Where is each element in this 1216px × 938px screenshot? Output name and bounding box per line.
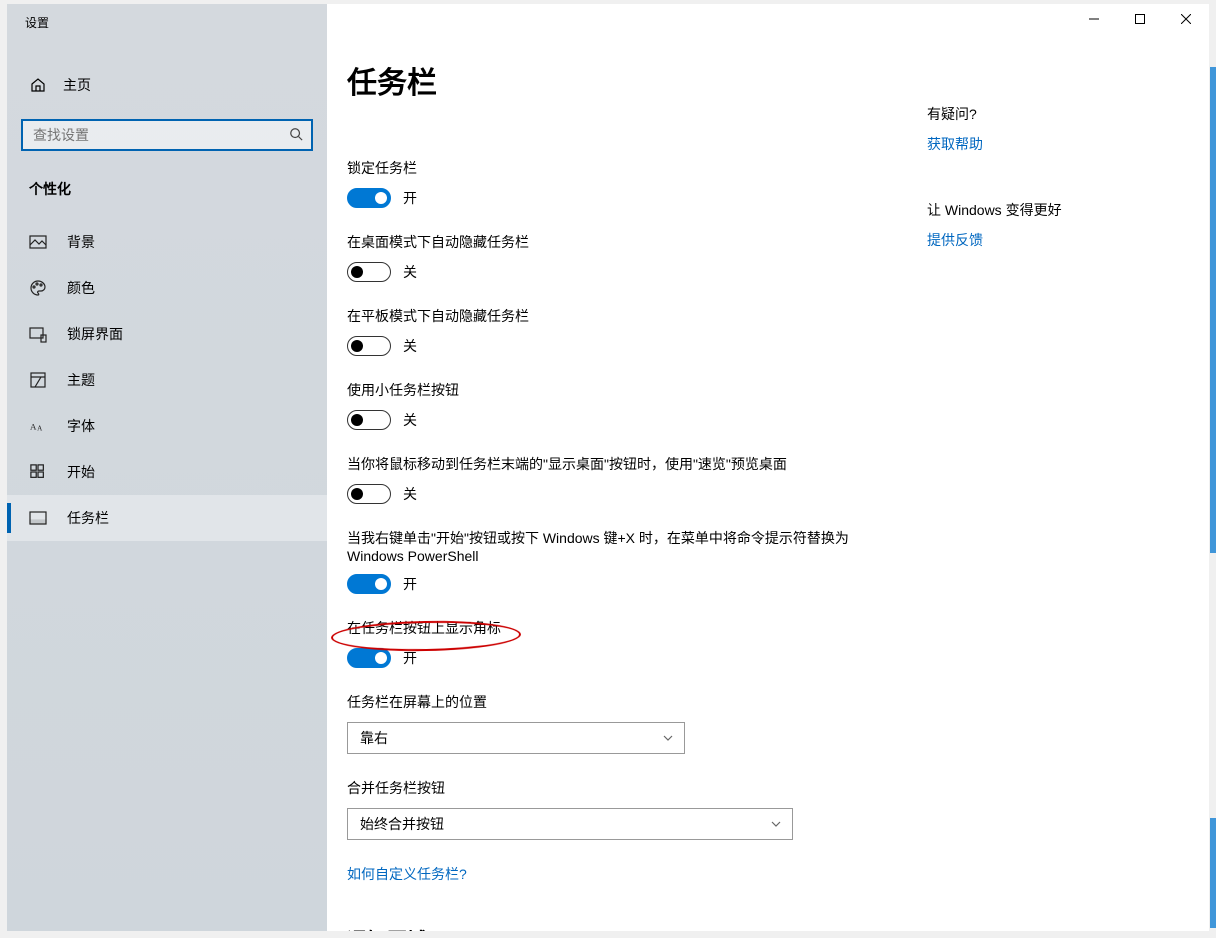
link-get-help[interactable]: 获取帮助 [927,134,1167,154]
toggle-switch[interactable] [347,410,391,430]
lockscreen-icon [29,325,47,343]
toggle-switch[interactable] [347,648,391,668]
select-setting-0: 任务栏在屏幕上的位置靠右 [347,692,887,754]
setting-label: 当我右键单击"开始"按钮或按下 Windows 键+X 时，在菜单中将命令提示符… [347,528,887,564]
select-value: 靠右 [360,728,388,748]
window-title: 设置 [7,4,327,41]
palette-icon [29,279,47,297]
sidebar-item-label: 背景 [67,232,95,252]
search-icon [289,127,303,141]
page-title: 任务栏 [347,58,887,102]
setting-6: 在任务栏按钮上显示角标开 [347,618,887,668]
link-customize-taskbar[interactable]: 如何自定义任务栏? [347,864,887,884]
settings-window: 设置 主页 个性化 背景颜色锁屏界面主题AA字体开始任务栏 任务栏 锁定任务栏开… [7,4,1209,931]
toggle-switch[interactable] [347,188,391,208]
toggle-switch[interactable] [347,336,391,356]
toggle-state-label: 开 [403,188,417,208]
select-setting-1: 合并任务栏按钮始终合并按钮 [347,778,887,840]
toggle-switch[interactable] [347,484,391,504]
select-label: 任务栏在屏幕上的位置 [347,692,887,712]
maximize-button[interactable] [1117,4,1163,34]
aside-feedback-head: 让 Windows 变得更好 [927,200,1167,220]
sidebar-item-taskbar[interactable]: 任务栏 [7,495,327,541]
sidebar-item-label: 任务栏 [67,508,109,528]
content-column: 任务栏 锁定任务栏开在桌面模式下自动隐藏任务栏关在平板模式下自动隐藏任务栏关使用… [327,4,927,931]
setting-0: 锁定任务栏开 [347,158,887,208]
toggle-state-label: 开 [403,648,417,668]
select-label: 合并任务栏按钮 [347,778,887,798]
main-area: 任务栏 锁定任务栏开在桌面模式下自动隐藏任务栏关在平板模式下自动隐藏任务栏关使用… [327,4,1209,931]
sidebar-item-lockscreen[interactable]: 锁屏界面 [7,311,327,357]
setting-label: 使用小任务栏按钮 [347,380,887,400]
highlight-bar [1210,818,1216,928]
theme-icon [29,371,47,389]
select-value: 始终合并按钮 [360,814,444,834]
toggle-state-label: 关 [403,262,417,282]
svg-text:A: A [37,424,43,432]
sidebar-item-theme[interactable]: 主题 [7,357,327,403]
sidebar-item-label: 开始 [67,462,95,482]
start-icon [29,463,47,481]
sidebar-item-label: 字体 [67,416,95,436]
minimize-button[interactable] [1071,4,1117,34]
svg-text:A: A [30,422,37,432]
toggle-state-label: 关 [403,336,417,356]
toggle-state-label: 关 [403,484,417,504]
toggle-switch[interactable] [347,574,391,594]
setting-label: 在任务栏按钮上显示角标 [347,618,887,638]
toggle-state-label: 开 [403,574,417,594]
highlight-bar [1210,67,1216,553]
toggle-state-label: 关 [403,410,417,430]
setting-label: 当你将鼠标移动到任务栏末端的"显示桌面"按钮时，使用"速览"预览桌面 [347,454,887,474]
sidebar-section-title: 个性化 [7,169,327,219]
sidebar-item-picture[interactable]: 背景 [7,219,327,265]
setting-1: 在桌面模式下自动隐藏任务栏关 [347,232,887,282]
font-icon: AA [29,417,47,435]
chevron-down-icon [662,732,674,744]
sidebar-item-font[interactable]: AA 字体 [7,403,327,449]
sidebar-item-label: 锁屏界面 [67,324,123,344]
setting-label: 锁定任务栏 [347,158,887,178]
setting-5: 当我右键单击"开始"按钮或按下 Windows 键+X 时，在菜单中将命令提示符… [347,528,887,594]
taskbar-icon [29,509,47,527]
nav-home-label: 主页 [63,75,91,95]
window-controls [1071,4,1209,34]
select-dropdown[interactable]: 始终合并按钮 [347,808,793,840]
subhead-notification-area: 通知区域 [347,924,887,931]
aside-column: 有疑问? 获取帮助 让 Windows 变得更好 提供反馈 [927,4,1187,931]
sidebar-item-start[interactable]: 开始 [7,449,327,495]
nav-home[interactable]: 主页 [7,65,327,105]
home-icon [29,76,47,94]
picture-icon [29,233,47,251]
sidebar-item-label: 颜色 [67,278,95,298]
toggle-switch[interactable] [347,262,391,282]
setting-3: 使用小任务栏按钮关 [347,380,887,430]
link-give-feedback[interactable]: 提供反馈 [927,230,1167,250]
search-input[interactable] [21,119,313,151]
setting-label: 在桌面模式下自动隐藏任务栏 [347,232,887,252]
sidebar-item-label: 主题 [67,370,95,390]
setting-2: 在平板模式下自动隐藏任务栏关 [347,306,887,356]
sidebar: 设置 主页 个性化 背景颜色锁屏界面主题 AA 字体开始任务栏 [7,4,327,931]
aside-questions-head: 有疑问? [927,104,1167,124]
chevron-down-icon [770,818,782,830]
sidebar-item-palette[interactable]: 颜色 [7,265,327,311]
select-dropdown[interactable]: 靠右 [347,722,685,754]
setting-4: 当你将鼠标移动到任务栏末端的"显示桌面"按钮时，使用"速览"预览桌面关 [347,454,887,504]
close-button[interactable] [1163,4,1209,34]
setting-label: 在平板模式下自动隐藏任务栏 [347,306,887,326]
